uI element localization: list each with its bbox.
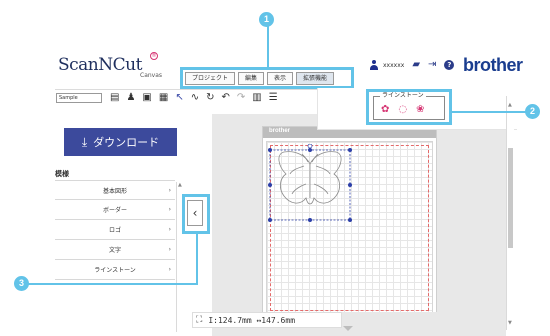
menu-bar: プロジェクト 編集 表示 拡張機能 — [185, 72, 335, 85]
category-list: 基本図形 › ボーダー › ロゴ › 文字 › ラインストーン › — [55, 180, 175, 280]
scrollbar-thumb[interactable] — [508, 148, 513, 248]
chevron-left-icon: ‹ — [192, 206, 198, 220]
scroll-down-arrow-icon[interactable]: ▼ — [508, 320, 512, 326]
folder-icon[interactable]: ▰ — [412, 60, 420, 70]
image-icon[interactable]: ▦ — [159, 92, 168, 103]
category-label: 基本図形 — [102, 187, 127, 195]
menu-view[interactable]: 表示 — [267, 72, 294, 85]
size-readout: I:124.7mm ↔147.6mm — [208, 315, 296, 325]
rotate-handle[interactable] — [307, 144, 313, 149]
menu-icon[interactable]: ☰ — [269, 92, 278, 103]
size-icon: ⛶ — [196, 315, 203, 325]
callout-1-line — [267, 25, 269, 67]
status-bar-fill — [342, 312, 506, 328]
help-icon[interactable]: ? — [444, 60, 455, 70]
pen-icon[interactable]: ∿ — [191, 92, 199, 103]
chevron-right-icon: › — [168, 206, 171, 213]
menu-extensions[interactable]: 拡張機能 — [296, 72, 335, 85]
scanncut-logo: ScanNCut Canvas ® — [58, 52, 162, 83]
chevron-right-icon: › — [168, 226, 171, 233]
callout-3-line-horizontal — [28, 283, 198, 285]
logo-text: ScanNCut — [58, 55, 142, 75]
category-label: ボーダー — [102, 207, 127, 214]
rhinestone-fill-icon[interactable]: ❀ — [416, 104, 424, 115]
callout-3-badge: 3 — [14, 276, 29, 291]
download-button[interactable]: ⤓ ダウンロード — [64, 128, 177, 156]
brother-logo: brother — [463, 55, 523, 75]
logo-subtitle: Canvas — [140, 72, 163, 79]
chevron-right-icon: › — [168, 246, 171, 253]
project-name-field[interactable]: Sample — [56, 93, 102, 103]
undo-icon[interactable]: ↶ — [222, 92, 230, 103]
butterfly-design[interactable] — [266, 144, 356, 224]
section-title: 模様 — [55, 170, 69, 178]
rhinestone-group: ラインストーン ✿ ◌ ❀ — [373, 92, 445, 120]
butterfly-shape — [278, 151, 342, 205]
callout-1-badge: 1 — [259, 12, 274, 27]
category-rhinestone[interactable]: ラインストーン › — [55, 260, 175, 280]
menu-project[interactable]: プロジェクト — [185, 72, 236, 85]
rhinestone-brush-icon[interactable]: ✿ — [381, 104, 389, 115]
category-text[interactable]: 文字 › — [55, 240, 175, 260]
scroll-up-icon[interactable]: ▲ — [508, 102, 512, 108]
category-logo[interactable]: ロゴ › — [55, 220, 175, 240]
size-status-bar: ⛶ I:124.7mm ↔147.6mm — [192, 312, 342, 328]
chevron-right-icon: › — [168, 266, 171, 273]
callout-2-badge: 2 — [525, 104, 540, 119]
app-window: ScanNCut Canvas ® xxxxxx ▰ ⇥ ? brother プ… — [0, 0, 550, 336]
callout-2-line — [452, 111, 526, 113]
category-label: ロゴ — [108, 227, 121, 234]
trash-icon[interactable]: ▥ — [252, 92, 261, 103]
scroll-up-icon[interactable]: ▲ — [178, 182, 182, 188]
callout-3-line-vertical — [196, 234, 198, 284]
user-icon[interactable] — [369, 60, 379, 70]
mat-brand-label: brother — [269, 128, 290, 134]
category-label: ラインストーン — [94, 267, 136, 274]
category-label: 文字 — [108, 247, 121, 254]
registered-mark: ® — [150, 52, 158, 60]
rhinestone-circle-icon[interactable]: ◌ — [398, 104, 407, 115]
canvas-scrollbar[interactable]: ▲ ▼ — [506, 96, 514, 330]
menu-edit[interactable]: 編集 — [238, 72, 265, 85]
download-label: ダウンロード — [93, 136, 160, 149]
chevron-right-icon: › — [168, 187, 171, 194]
pointer-icon[interactable]: ↖ — [175, 92, 183, 103]
category-border[interactable]: ボーダー › — [55, 200, 175, 220]
download-icon: ⤓ — [81, 135, 88, 149]
redo-icon[interactable]: ↷ — [237, 92, 245, 103]
scroll-down-icon[interactable] — [343, 326, 353, 332]
logout-icon[interactable]: ⇥ — [428, 60, 436, 70]
user-name[interactable]: xxxxxx — [383, 62, 404, 69]
user-area: xxxxxx ▰ ⇥ ? — [369, 58, 455, 72]
rotate-icon[interactable]: ↻ — [206, 92, 214, 103]
rhinestone-tools: ✿ ◌ ❀ — [381, 104, 425, 115]
save-user-icon[interactable]: ♟ — [126, 92, 135, 103]
new-file-icon[interactable]: ▤ — [110, 92, 119, 103]
collapse-panel-button[interactable]: ‹ — [187, 200, 203, 226]
folder-icon[interactable]: ▣ — [142, 92, 151, 103]
toolbar: ▤ ♟ ▣ ▦ ↖ ∿ ↻ ↶ ↷ ▥ ☰ — [110, 92, 278, 103]
category-basic-shapes[interactable]: 基本図形 › — [55, 180, 175, 200]
rhinestone-group-title: ラインストーン — [380, 92, 426, 100]
